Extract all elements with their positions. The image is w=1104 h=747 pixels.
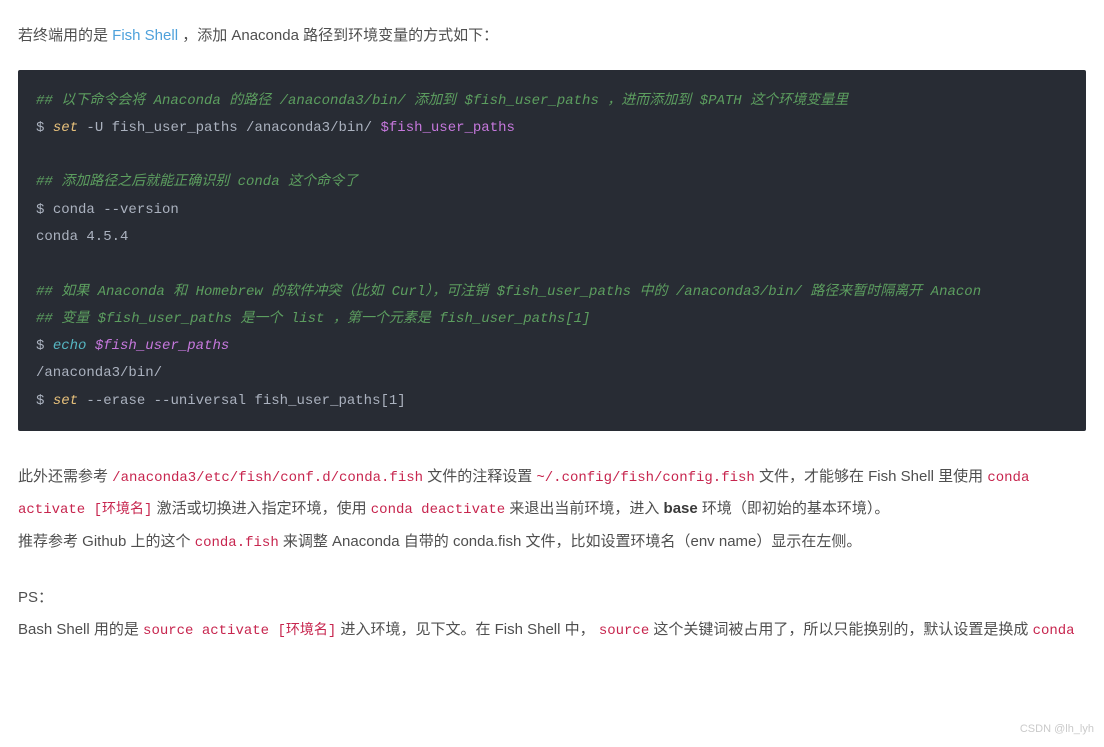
text: 推荐参考 Github 上的这个 bbox=[18, 533, 195, 550]
text-ps: PS： bbox=[18, 589, 53, 606]
inline-code-source-activate: source activate [环境名] bbox=[143, 623, 336, 639]
code-command: conda --version bbox=[53, 202, 179, 218]
intro-text-pre: 若终端用的是 bbox=[18, 27, 112, 44]
code-output: conda 4.5.4 bbox=[36, 229, 128, 245]
paragraph-ps: PS： bbox=[18, 582, 1086, 614]
code-set-keyword: set bbox=[53, 120, 78, 136]
content-section: 此外还需参考 /anaconda3/etc/fish/conf.d/conda.… bbox=[18, 461, 1086, 646]
text: 来调整 Anaconda 自带的 conda.fish 文件，比如设置环境名（e… bbox=[279, 533, 862, 550]
code-variable: $fish_user_paths bbox=[380, 120, 514, 136]
code-space bbox=[86, 338, 94, 354]
paragraph-1: 此外还需参考 /anaconda3/etc/fish/conf.d/conda.… bbox=[18, 461, 1086, 526]
code-prompt: $ bbox=[36, 393, 53, 409]
text: 此外还需参考 bbox=[18, 468, 112, 485]
inline-code-config-fish-path: ~/.config/fish/config.fish bbox=[536, 470, 754, 486]
bold-base: base bbox=[664, 500, 698, 517]
text: 环境（即初始的基本环境）。 bbox=[698, 500, 890, 517]
code-prompt: $ bbox=[36, 338, 53, 354]
code-args: --erase --universal fish_user_paths[1] bbox=[78, 393, 406, 409]
text: 这个关键词被占用了，所以只能换别的，默认设置是换成 bbox=[649, 621, 1032, 638]
code-args: -U fish_user_paths /anaconda3/bin/ bbox=[78, 120, 380, 136]
footer-attribution: CSDN @lh_lyh bbox=[1020, 718, 1094, 741]
code-echo-keyword: echo bbox=[53, 338, 87, 354]
paragraph-2: 推荐参考 Github 上的这个 conda.fish 来调整 Anaconda… bbox=[18, 526, 1086, 558]
code-scroll-area[interactable]: ## 以下命令会将 Anaconda 的路径 /anaconda3/bin/ 添… bbox=[18, 88, 1086, 424]
intro-text-post: ，添加 Anaconda 路径到环境变量的方式如下： bbox=[178, 27, 498, 44]
inline-code-source: source bbox=[599, 623, 649, 639]
text: 激活或切换进入指定环境，使用 bbox=[152, 500, 370, 517]
code-comment-2: ## 添加路径之后就能正确识别 conda 这个命令了 bbox=[36, 174, 358, 190]
fish-shell-link[interactable]: Fish Shell bbox=[112, 27, 178, 44]
code-variable: $fish_user_paths bbox=[95, 338, 229, 354]
inline-code-conda-fish-path: /anaconda3/etc/fish/conf.d/conda.fish bbox=[112, 470, 423, 486]
code-content: ## 以下命令会将 Anaconda 的路径 /anaconda3/bin/ 添… bbox=[36, 88, 1068, 416]
paragraph-spacer bbox=[18, 558, 1086, 582]
text: 文件的注释设置 bbox=[423, 468, 536, 485]
code-comment-3: ## 如果 Anaconda 和 Homebrew 的软件冲突（比如 Curl）… bbox=[36, 284, 981, 300]
code-set-keyword: set bbox=[53, 393, 78, 409]
code-prompt: $ bbox=[36, 120, 53, 136]
text: 进入环境，见下文。在 Fish Shell 中， bbox=[336, 621, 599, 638]
text: Bash Shell 用的是 bbox=[18, 621, 143, 638]
code-output: /anaconda3/bin/ bbox=[36, 365, 162, 381]
code-prompt: $ bbox=[36, 202, 53, 218]
text: 文件，才能够在 Fish Shell 里使用 bbox=[755, 468, 988, 485]
intro-paragraph: 若终端用的是 Fish Shell ，添加 Anaconda 路径到环境变量的方… bbox=[18, 20, 1086, 52]
inline-code-conda-keyword: conda bbox=[1033, 623, 1075, 639]
code-block: ## 以下命令会将 Anaconda 的路径 /anaconda3/bin/ 添… bbox=[18, 70, 1086, 432]
code-comment-1: ## 以下命令会将 Anaconda 的路径 /anaconda3/bin/ 添… bbox=[36, 93, 848, 109]
paragraph-4: Bash Shell 用的是 source activate [环境名] 进入环… bbox=[18, 614, 1086, 646]
text: 来退出当前环境，进入 bbox=[505, 500, 663, 517]
inline-code-conda-deactivate: conda deactivate bbox=[371, 502, 505, 518]
code-comment-4: ## 变量 $fish_user_paths 是一个 list ，第一个元素是 … bbox=[36, 311, 590, 327]
fish-shell-link-text: Fish Shell bbox=[112, 27, 178, 44]
inline-code-conda-fish-link: conda.fish bbox=[195, 535, 279, 551]
